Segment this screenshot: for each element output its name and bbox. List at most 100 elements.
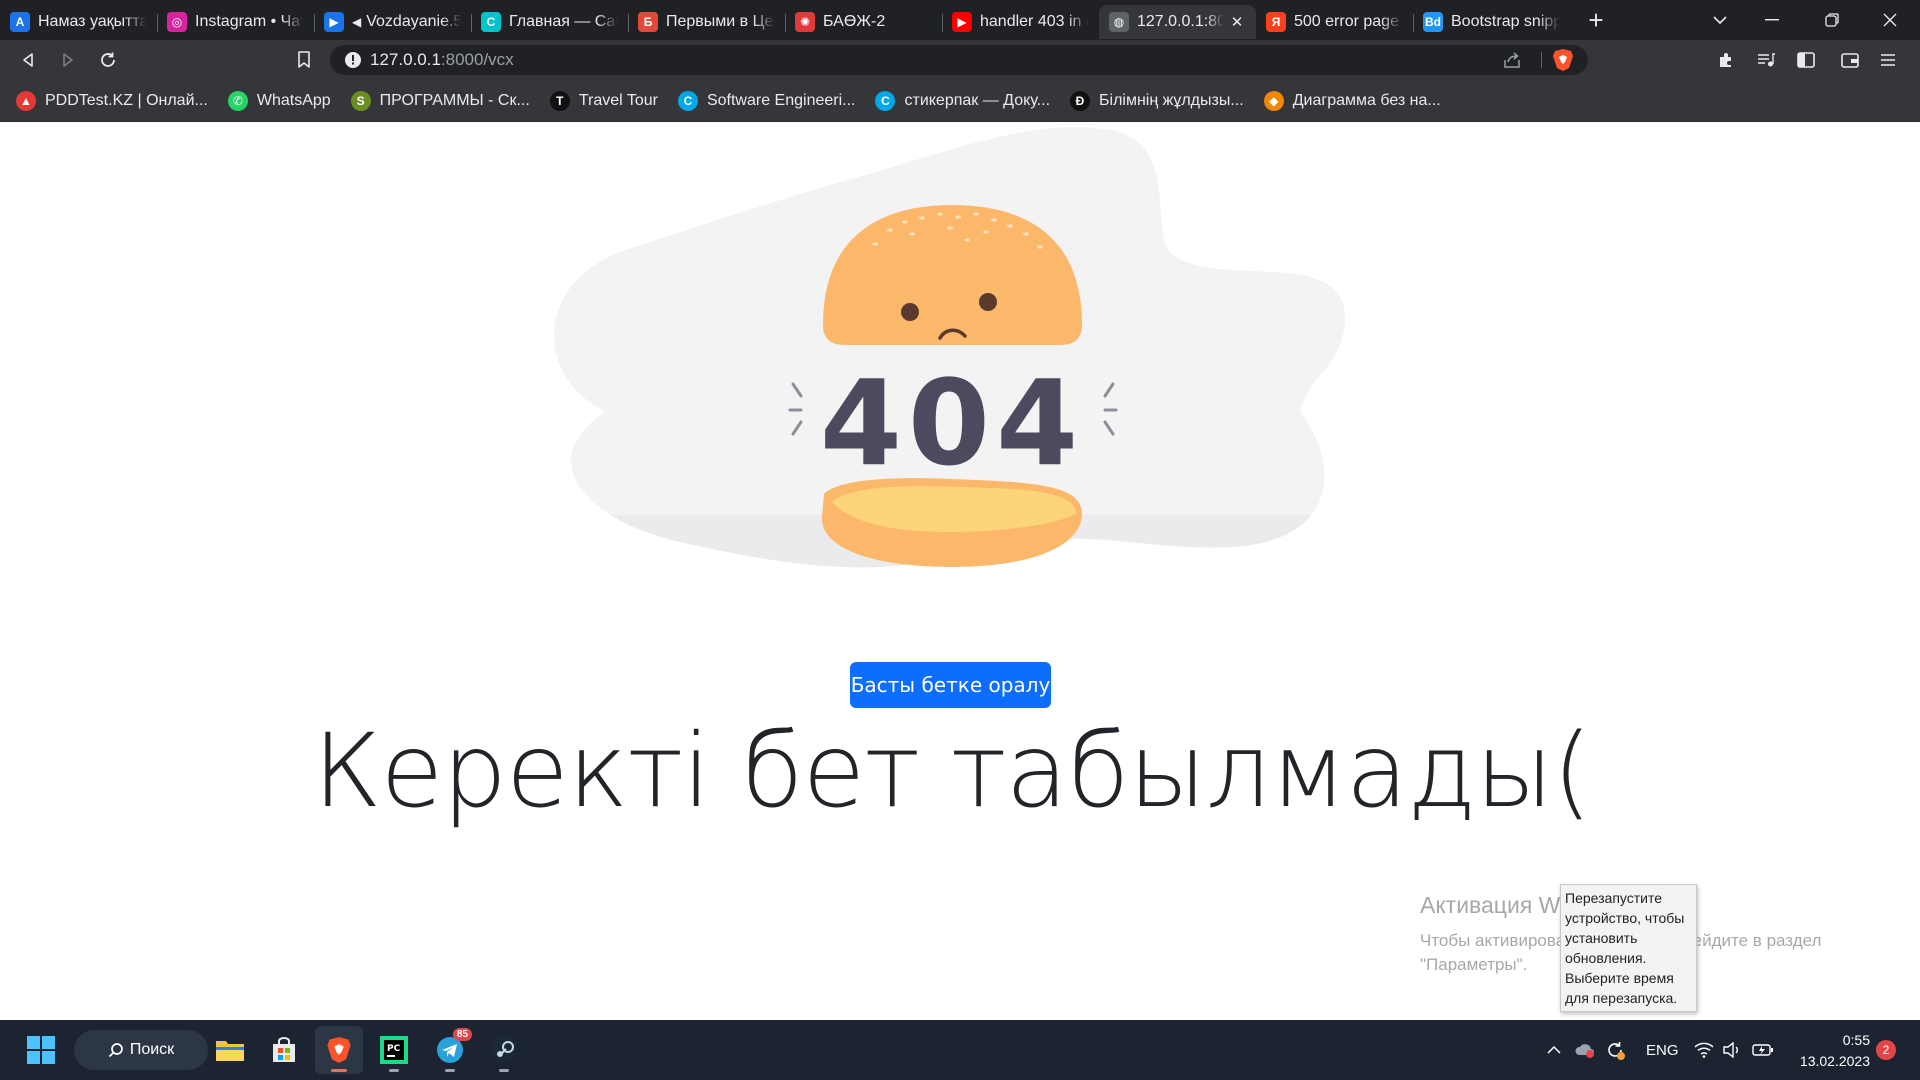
bookmark-item[interactable]: Ð Білімнің жұлдызы... bbox=[1070, 90, 1244, 111]
brave-browser-taskbar-icon[interactable] bbox=[315, 1026, 363, 1074]
bookmark-label: Software Engineeri... bbox=[706, 91, 856, 109]
bookmark-label: PDDTest.KZ | Онлай... bbox=[45, 91, 208, 109]
site-info-icon[interactable] bbox=[336, 51, 370, 69]
bookmark-favicon-icon: Ð bbox=[1070, 90, 1091, 111]
playlist-icon[interactable] bbox=[1746, 40, 1786, 80]
tab[interactable]: C Главная — Canva bbox=[471, 5, 628, 39]
new-tab-button[interactable]: + bbox=[1576, 3, 1616, 37]
bookmark-label: Диаграмма без на... bbox=[1292, 91, 1441, 109]
tab-favicon-icon: ▶ bbox=[324, 12, 344, 32]
tab-favicon-icon: Bd bbox=[1423, 12, 1443, 32]
notification-count-badge[interactable]: 2 bbox=[1876, 1040, 1896, 1060]
tab-title: handler 403 in dj bbox=[980, 13, 1089, 30]
right-eye bbox=[979, 293, 997, 311]
bookmark-item[interactable]: T Travel Tour bbox=[549, 90, 658, 111]
forward-button[interactable] bbox=[48, 40, 88, 80]
tab[interactable]: Б Первыми в Цен bbox=[628, 5, 785, 39]
minimize-button[interactable] bbox=[1742, 0, 1802, 40]
bookmark-label: Білімнің жұлдызы... bbox=[1099, 91, 1244, 109]
taskbar-search[interactable]: Поиск bbox=[74, 1030, 208, 1070]
home-button[interactable]: Басты бетке оралу bbox=[850, 662, 1051, 708]
steam-icon[interactable] bbox=[480, 1026, 528, 1074]
share-icon[interactable] bbox=[1502, 50, 1522, 75]
bookmark-page-icon[interactable] bbox=[284, 40, 324, 80]
running-indicator bbox=[499, 1069, 509, 1072]
clock-time: 0:55 bbox=[1842, 1032, 1870, 1048]
bookmark-item[interactable]: Cстикерпак — Доку... bbox=[875, 90, 1051, 111]
back-button[interactable] bbox=[8, 40, 48, 80]
tab-favicon-icon: Б bbox=[638, 12, 658, 32]
tabs-container: A Намаз уақыттары ◎ Instagram • Чаты ▶ ◀ Vozda… bbox=[0, 1, 1570, 39]
volume-icon[interactable] bbox=[1722, 1020, 1742, 1080]
page-heading: Керекті бет табылмады( bbox=[312, 712, 1592, 831]
tab-search-dropdown-icon[interactable] bbox=[1690, 0, 1750, 40]
tab-favicon-icon: C bbox=[481, 12, 501, 32]
close-window-button[interactable] bbox=[1860, 0, 1920, 40]
left-eye bbox=[901, 303, 919, 321]
bookmark-favicon-icon: ▲ bbox=[16, 90, 36, 111]
speaker-icon[interactable]: ◀ bbox=[352, 15, 361, 29]
input-language[interactable]: ENG bbox=[1646, 1020, 1679, 1080]
show-hidden-icons-chevron[interactable] bbox=[1546, 1020, 1562, 1080]
tab-title: Намаз уақыттары bbox=[38, 13, 147, 30]
sidebar-icon[interactable] bbox=[1786, 40, 1826, 80]
brave-shields-icon[interactable] bbox=[1552, 48, 1574, 77]
telegram-unread-badge: 85 bbox=[452, 1028, 472, 1041]
tab-title: 500 error page c bbox=[1294, 13, 1403, 30]
bookmark-item[interactable]: ▲ PDDTest.KZ | Онлай... bbox=[16, 90, 208, 111]
bookmark-label: Travel Tour bbox=[578, 91, 658, 109]
bookmark-favicon-icon: ✆ bbox=[227, 90, 248, 111]
bookmark-favicon-icon: ◆ bbox=[1263, 90, 1284, 111]
tab[interactable]: Bd Bootstrap snippe bbox=[1413, 5, 1570, 39]
bookmark-favicon-icon: S bbox=[350, 90, 371, 111]
tab-favicon-icon: Я bbox=[1266, 12, 1286, 32]
telegram-icon[interactable]: 85 bbox=[426, 1026, 474, 1074]
microsoft-store-icon[interactable] bbox=[260, 1026, 308, 1074]
restore-button[interactable] bbox=[1802, 0, 1862, 40]
tab[interactable]: Я 500 error page c bbox=[1256, 5, 1413, 39]
bookmark-item[interactable]: ✆ WhatsApp bbox=[227, 90, 331, 111]
bookmark-favicon-icon: T bbox=[549, 90, 570, 111]
running-indicator bbox=[445, 1069, 455, 1072]
update-restart-icon[interactable] bbox=[1604, 1020, 1626, 1080]
browser-toolbar: 127.0.0.1:8000/vcx bbox=[0, 40, 1920, 80]
tab-close-icon[interactable]: ✕ bbox=[1228, 13, 1246, 31]
svg-text:PC: PC bbox=[387, 1044, 401, 1054]
tab-title: Главная — Canva bbox=[509, 13, 618, 30]
bookmark-item[interactable]: ◆ Диаграмма без на... bbox=[1263, 90, 1441, 111]
tab-title: БАӨЖ-2 bbox=[823, 13, 886, 30]
tab-favicon-icon: A bbox=[10, 12, 30, 32]
onedrive-error-icon[interactable] bbox=[1574, 1020, 1596, 1080]
system-clock[interactable]: 0:55 13.02.2023 bbox=[1790, 1030, 1870, 1072]
bookmark-label: стикерпак — Доку... bbox=[904, 91, 1051, 109]
menu-icon[interactable] bbox=[1868, 40, 1908, 80]
tab[interactable]: A Намаз уақыттары bbox=[0, 5, 157, 39]
tab-favicon-icon: ✺ bbox=[795, 12, 815, 32]
address-bar[interactable]: 127.0.0.1:8000/vcx bbox=[330, 45, 1588, 75]
tab-favicon-icon: ◎ bbox=[167, 12, 187, 32]
tab-active[interactable]: ◍ 127.0.0.1:8000✕ bbox=[1099, 5, 1256, 39]
tab-title: Bootstrap snippe bbox=[1451, 13, 1560, 30]
bookmark-item[interactable]: C Software Engineeri... bbox=[677, 90, 856, 111]
tab[interactable]: ▶ ◀ Vozdayanie.5 bbox=[314, 5, 471, 39]
bookmark-label: ПРОГРАММЫ - Ск... bbox=[379, 91, 530, 109]
reload-button[interactable] bbox=[88, 40, 128, 80]
bookmarks-bar: ▲ PDDTest.KZ | Онлай... ✆ WhatsApp S ПРОГРАММ… bbox=[0, 80, 1920, 122]
tab[interactable]: ▶ handler 403 in dj bbox=[942, 5, 1099, 39]
start-button[interactable] bbox=[17, 1026, 65, 1074]
battery-icon[interactable] bbox=[1752, 1020, 1774, 1080]
tab[interactable]: ◎ Instagram • Чаты bbox=[157, 5, 314, 39]
pycharm-icon[interactable]: PC bbox=[370, 1026, 418, 1074]
wallet-icon[interactable] bbox=[1830, 40, 1870, 80]
extensions-icon[interactable] bbox=[1706, 40, 1746, 80]
file-explorer-icon[interactable] bbox=[206, 1026, 254, 1074]
url-text[interactable]: 127.0.0.1:8000/vcx bbox=[370, 50, 514, 70]
tab-favicon-icon: ◍ bbox=[1109, 12, 1129, 32]
search-icon bbox=[108, 1043, 123, 1058]
tab[interactable]: ✺ БАӨЖ-2 bbox=[785, 5, 942, 39]
tab-favicon-icon: ▶ bbox=[952, 12, 972, 32]
wifi-icon[interactable] bbox=[1694, 1020, 1714, 1080]
omnibox-separator bbox=[1541, 52, 1542, 68]
bookmark-label: WhatsApp bbox=[256, 91, 331, 109]
bookmark-item[interactable]: S ПРОГРАММЫ - Ск... bbox=[350, 90, 530, 111]
